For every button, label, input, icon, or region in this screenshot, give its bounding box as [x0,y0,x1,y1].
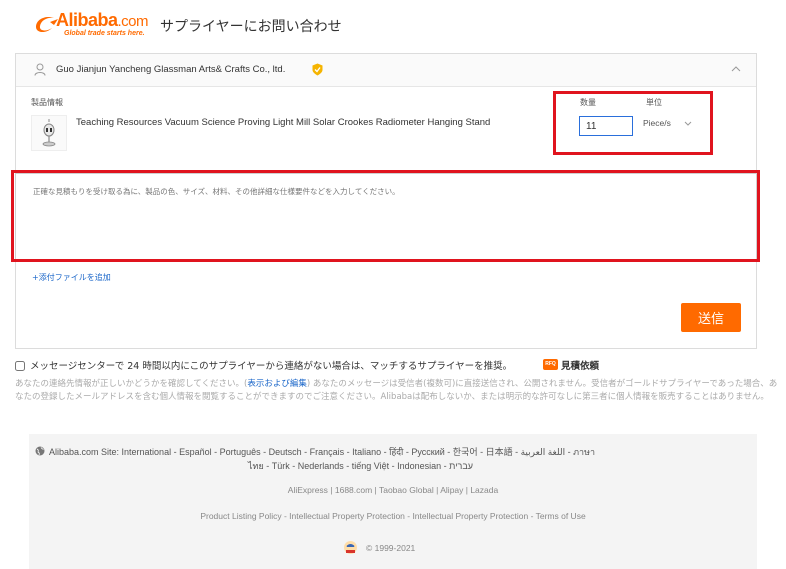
page-title: サプライヤーにお問い合わせ [160,19,342,35]
policy-links[interactable]: Product Listing Policy - Intellectual Pr… [0,511,786,521]
quantity-input[interactable] [579,116,633,136]
unit-label: 単位 [646,98,662,107]
gold-supplier-badge-icon [312,63,323,76]
language-sites[interactable]: Alibaba.com Site: International - Españo… [49,445,595,459]
quantity-label: 数量 [580,98,596,107]
supplier-bar[interactable]: Guo Jianjun Yancheng Glassman Arts& Craf… [16,54,756,87]
language-sites-continued[interactable]: ไทย - Türk - Nederlands - tiếng Việt - I… [248,459,473,473]
product-info-label: 製品情報 [31,98,63,107]
rfq-label[interactable]: 見積依頼 [561,358,599,372]
product-title[interactable]: Teaching Resources Vacuum Science Provin… [76,116,546,129]
alibaba-logo[interactable]: Alibaba.com Global trade starts here. [32,10,154,38]
user-icon [34,63,46,76]
chevron-up-icon[interactable] [731,65,741,73]
partner-links[interactable]: AliExpress | 1688.com | Taobao Global | … [0,485,786,495]
logo-tagline: Global trade starts here. [64,30,145,37]
send-button[interactable]: 送信 [681,303,741,332]
supplier-name[interactable]: Guo Jianjun Yancheng Glassman Arts& Craf… [56,64,285,75]
recommend-checkbox[interactable] [15,361,25,371]
copyright: © 1999-2021 [366,543,416,553]
radiometer-image-icon [42,119,56,147]
chevron-down-icon[interactable] [684,121,692,127]
message-textarea[interactable] [15,173,757,260]
globe-icon [35,446,45,456]
privacy-notice: あなたの連絡先情報が正しいかどうかを確認してください。(表示および編集) あなた… [15,379,778,402]
plus-icon: + [32,273,39,282]
police-badge-icon [344,541,357,554]
add-attachment-link[interactable]: +添付ファイルを追加 [32,272,111,283]
view-edit-link[interactable]: 表示および編集 [247,379,307,389]
add-attachment-label: 添付ファイルを追加 [38,273,111,282]
rfq-icon: RFQ [543,359,558,370]
recommend-label[interactable]: メッセージセンターで 24 時間以内にこのサプライヤーから連絡がない場合は、マッ… [30,358,512,372]
product-thumbnail[interactable] [31,115,67,151]
logo-wordmark: Alibaba.com [56,10,149,30]
